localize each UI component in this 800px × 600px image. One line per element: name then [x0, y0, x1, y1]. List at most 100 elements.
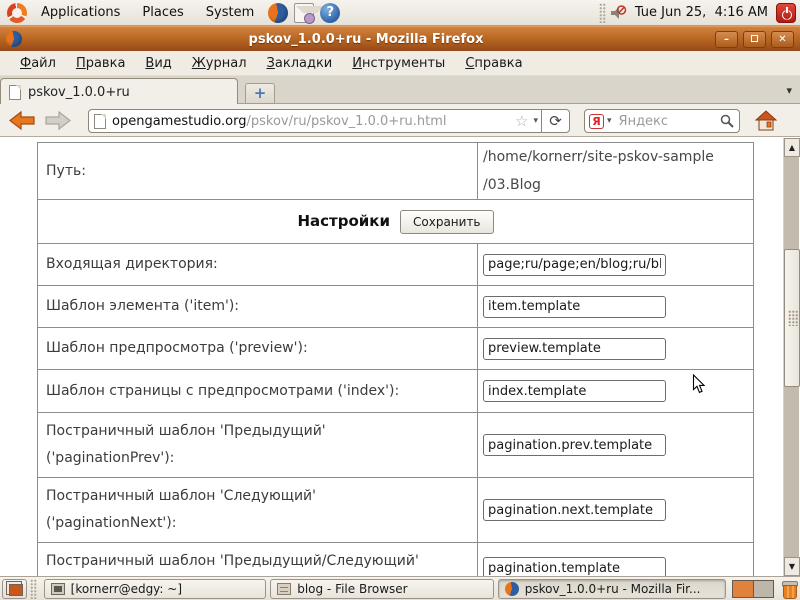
path-value-line1: /home/kornerr/site-pskov-sample: [483, 143, 753, 171]
menu-system[interactable]: System: [195, 0, 265, 25]
task-firefox[interactable]: pskov_1.0.0+ru - Mozilla Fir...: [498, 579, 726, 599]
ubuntu-logo-icon[interactable]: [7, 3, 27, 23]
table-row-heading: НастройкиСохранить: [38, 200, 754, 244]
index-template-input[interactable]: [483, 380, 666, 402]
field-label-pagination-prev: Постраничный шаблон 'Предыдущий' ('pagin…: [38, 413, 478, 478]
show-desktop-button[interactable]: [2, 579, 27, 599]
top-panel: Applications Places System ? Tue Jun 25,…: [0, 0, 800, 26]
file-browser-icon: [277, 583, 291, 595]
bookmark-star-icon[interactable]: ☆: [513, 112, 530, 130]
minimize-button[interactable]: –: [715, 31, 738, 48]
bottom-panel: [kornerr@edgy: ~] blog - File Browser ps…: [0, 576, 800, 600]
path-label: Путь:: [38, 143, 478, 200]
new-tab-button[interactable]: +: [245, 83, 275, 104]
menu-edit[interactable]: Правка: [66, 56, 135, 71]
task-terminal-label: [kornerr@edgy: ~]: [71, 582, 182, 596]
firefox-launcher-icon[interactable]: [268, 3, 288, 23]
path-value: /home/kornerr/site-pskov-sample /03.Blog: [478, 143, 754, 200]
field-label-text: Постраничный шаблон 'Следующий': [46, 483, 477, 510]
scroll-down-button[interactable]: ▼: [784, 557, 800, 576]
table-row-field: Постраничный шаблон 'Предыдущий/Следующи…: [38, 543, 754, 577]
incoming-dir-input[interactable]: [483, 254, 666, 276]
scroll-up-button[interactable]: ▲: [784, 138, 800, 157]
table-row-field: Постраничный шаблон 'Следующий' ('pagina…: [38, 478, 754, 543]
clock[interactable]: Tue Jun 25, 4:16 AM: [627, 5, 776, 20]
menu-history[interactable]: Журнал: [182, 56, 257, 71]
field-label-text2: ('paginationPrev'):: [46, 445, 477, 472]
back-button[interactable]: [8, 110, 36, 131]
menu-bookmarks[interactable]: Закладки: [257, 56, 343, 71]
field-label-text: Входящая директория:: [46, 251, 477, 278]
save-button[interactable]: Сохранить: [400, 210, 494, 234]
workspace-1[interactable]: [733, 581, 753, 597]
menu-view[interactable]: Вид: [135, 56, 181, 71]
close-button[interactable]: ✕: [771, 31, 794, 48]
preview-template-input[interactable]: [483, 338, 666, 360]
url-text[interactable]: opengamestudio.org/pskov/ru/pskov_1.0.0+…: [112, 114, 513, 129]
urlbar-page-icon: [94, 114, 106, 129]
field-label-text: Шаблон предпросмотра ('preview'):: [46, 335, 477, 362]
task-firefox-label: pskov_1.0.0+ru - Mozilla Fir...: [525, 582, 701, 596]
settings-table: Путь: /home/kornerr/site-pskov-sample /0…: [37, 142, 754, 576]
urlbar-dropdown-icon[interactable]: ▾: [530, 116, 541, 126]
yandex-engine-icon[interactable]: Я: [589, 114, 604, 129]
path-value-line2: /03.Blog: [483, 171, 753, 199]
pagination-prev-input[interactable]: [483, 434, 666, 456]
maximize-button[interactable]: [743, 31, 766, 48]
power-button-icon[interactable]: [776, 3, 796, 23]
help-launcher-icon[interactable]: ?: [320, 3, 340, 23]
menu-file[interactable]: Файл: [10, 56, 66, 71]
task-terminal[interactable]: [kornerr@edgy: ~]: [44, 579, 267, 599]
field-label-text: Шаблон страницы с предпросмотрами ('inde…: [46, 378, 477, 405]
home-button[interactable]: [754, 109, 778, 133]
trash-icon[interactable]: [780, 580, 798, 598]
window-firefox-icon: [6, 31, 22, 47]
table-row-field: Постраничный шаблон 'Предыдущий' ('pagin…: [38, 413, 754, 478]
tab-pskov[interactable]: pskov_1.0.0+ru: [0, 78, 238, 105]
task-file-browser[interactable]: blog - File Browser: [270, 579, 494, 599]
field-label-preview-template: Шаблон предпросмотра ('preview'):: [38, 328, 478, 370]
menu-places[interactable]: Places: [131, 0, 194, 25]
browser-menubar: Файл Правка Вид Журнал Закладки Инструме…: [0, 51, 800, 76]
workspace-2[interactable]: [753, 581, 773, 597]
field-label-pagination-next: Постраничный шаблон 'Следующий' ('pagina…: [38, 478, 478, 543]
field-label-pagination-prevnext: Постраничный шаблон 'Предыдущий/Следующи…: [38, 543, 478, 577]
panel-drag-handle[interactable]: [599, 3, 606, 23]
workspace-switcher[interactable]: [732, 580, 774, 598]
mouse-cursor: [692, 374, 705, 394]
table-row-field: Шаблон элемента ('item'):: [38, 286, 754, 328]
menu-tools[interactable]: Инструменты: [342, 56, 455, 71]
mail-launcher-icon[interactable]: [294, 3, 314, 23]
taskbar-drag-handle[interactable]: [30, 579, 37, 599]
menu-help[interactable]: Справка: [455, 56, 532, 71]
table-row-path: Путь: /home/kornerr/site-pskov-sample /0…: [38, 143, 754, 200]
pagination-next-input[interactable]: [483, 499, 666, 521]
vertical-scrollbar[interactable]: ▲ ▼: [783, 138, 799, 576]
search-placeholder[interactable]: Яндекс: [619, 114, 719, 129]
settings-heading-cell: НастройкиСохранить: [38, 200, 754, 244]
field-label-index-template: Шаблон страницы с предпросмотрами ('inde…: [38, 370, 478, 413]
field-label-text: Постраничный шаблон 'Предыдущий/Следующи…: [46, 548, 477, 575]
search-bar[interactable]: Я ▾ Яндекс: [584, 109, 740, 133]
url-bar[interactable]: opengamestudio.org/pskov/ru/pskov_1.0.0+…: [88, 109, 570, 133]
field-label-text2: ('paginationNext'):: [46, 510, 477, 537]
table-row-field: Шаблон предпросмотра ('preview'):: [38, 328, 754, 370]
menu-applications[interactable]: Applications: [30, 0, 131, 25]
window-title: pskov_1.0.0+ru - Mozilla Firefox: [22, 32, 710, 47]
reload-button[interactable]: ⟳: [541, 110, 569, 132]
navigation-toolbar: opengamestudio.org/pskov/ru/pskov_1.0.0+…: [0, 104, 800, 137]
scrollbar-thumb[interactable]: [784, 249, 800, 387]
table-row-field: Входящая директория:: [38, 244, 754, 286]
url-path: /pskov/ru/pskov_1.0.0+ru.html: [246, 114, 446, 129]
search-engine-dropdown-icon[interactable]: ▾: [604, 116, 615, 126]
tab-page-icon: [9, 85, 21, 100]
field-label-text: Шаблон элемента ('item'):: [46, 293, 477, 320]
volume-muted-icon[interactable]: [609, 4, 627, 22]
window-titlebar[interactable]: pskov_1.0.0+ru - Mozilla Firefox – ✕: [0, 26, 800, 51]
pagination-template-input[interactable]: [483, 557, 666, 576]
search-magnifier-icon[interactable]: [719, 113, 735, 129]
item-template-input[interactable]: [483, 296, 666, 318]
tab-list-dropdown-icon[interactable]: ▾: [786, 84, 792, 97]
desktop: Applications Places System ? Tue Jun 25,…: [0, 0, 800, 600]
forward-button[interactable]: [44, 110, 72, 131]
